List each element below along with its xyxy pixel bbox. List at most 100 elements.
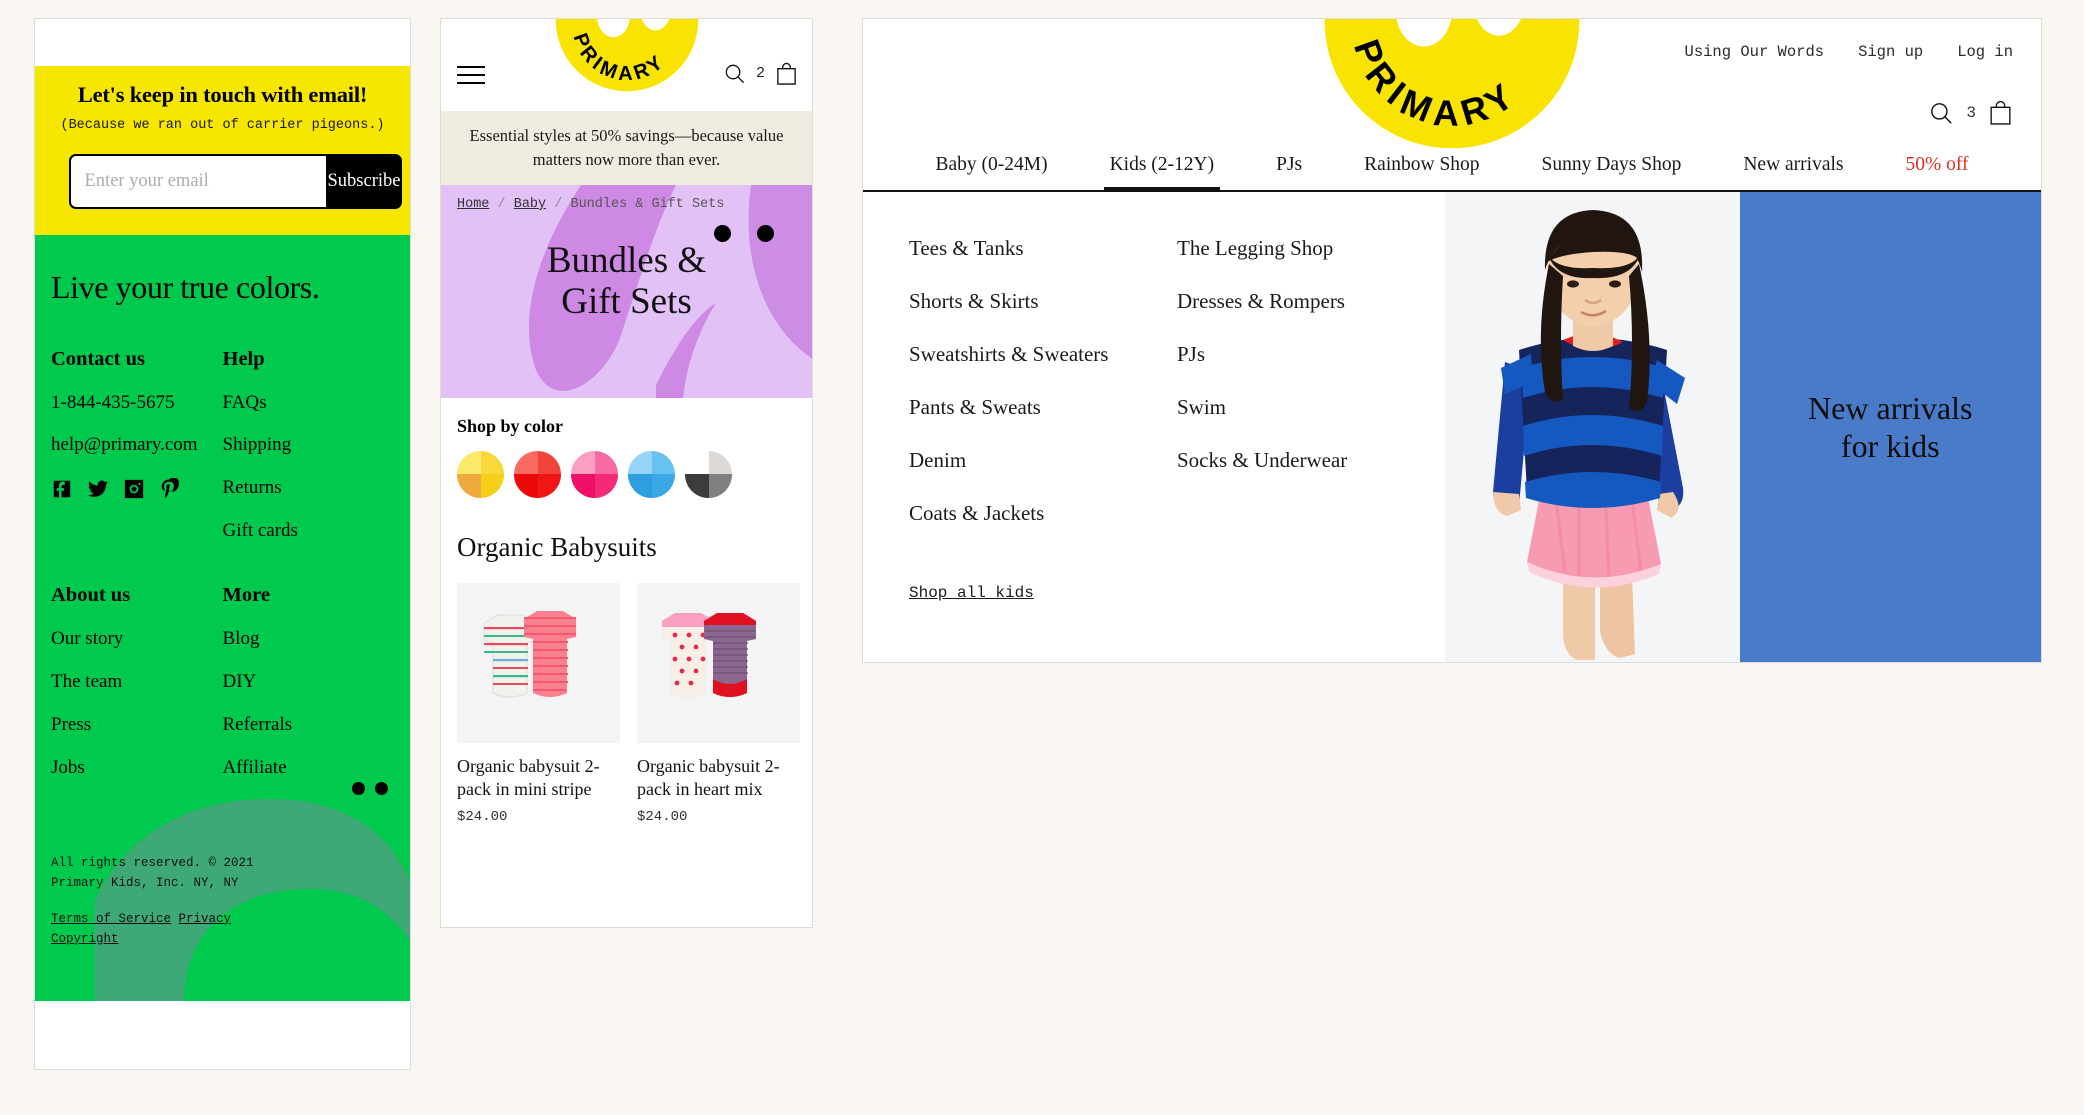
pinterest-icon[interactable] xyxy=(159,478,181,500)
terms-link[interactable]: Terms of Service xyxy=(51,912,171,926)
primary-logo-icon[interactable]: PRIMARY xyxy=(552,18,702,95)
footer-tagline: Live your true colors. xyxy=(51,268,320,305)
product-price: $24.00 xyxy=(637,808,688,825)
mega-link-swim[interactable]: Swim xyxy=(1177,395,1445,420)
nav-item-sunny-days-shop[interactable]: Sunny Days Shop xyxy=(1542,154,1682,190)
product-section-title: Organic Babysuits xyxy=(457,531,657,562)
footer-link-row-1: Contact us 1-844-435-5675 help@primary.c… xyxy=(51,348,394,565)
footer-link-referrals[interactable]: Referrals xyxy=(223,714,395,736)
mega-link-denim[interactable]: Denim xyxy=(909,448,1177,473)
shop-all-kids-link[interactable]: Shop all kids xyxy=(909,584,1034,602)
footer-decorative-dots xyxy=(352,781,388,795)
cart-icon[interactable] xyxy=(1988,99,2013,126)
category-title-line-1: Bundles & xyxy=(546,239,707,281)
footer-link-diy[interactable]: DIY xyxy=(223,671,395,693)
promo-banner: Essential styles at 50% savings—because … xyxy=(441,111,812,185)
mega-link-sweatshirts-sweaters[interactable]: Sweatshirts & Sweaters xyxy=(909,342,1177,367)
swatch-blue[interactable] xyxy=(628,450,675,498)
footer-link-the-team[interactable]: The team xyxy=(51,671,223,693)
sign-up-link[interactable]: Sign up xyxy=(1858,43,1923,61)
social-links xyxy=(51,478,223,522)
desktop-header: PRIMARY Using Our Words Sign up Log in 3 xyxy=(863,19,2041,192)
email-input[interactable] xyxy=(68,153,326,209)
log-in-link[interactable]: Log in xyxy=(1957,43,2013,61)
footer-col-heading: Help xyxy=(222,347,265,370)
megamenu-promo-tile[interactable]: New arrivals for kids xyxy=(1739,192,2041,662)
product-image-heart-mix xyxy=(637,582,800,743)
footer-link-affiliate[interactable]: Affiliate xyxy=(223,757,395,779)
newsletter-section: Let's keep in touch with email! (Because… xyxy=(35,66,410,235)
swatch-yellow[interactable] xyxy=(457,450,504,498)
newsletter-subtext: (Because we ran out of carrier pigeons.) xyxy=(60,118,385,133)
promo-line-2: for kids xyxy=(1840,428,1940,464)
product-card[interactable]: Organic babysuit 2-pack in mini stripe $… xyxy=(457,582,620,825)
mega-link-pants-sweats[interactable]: Pants & Sweats xyxy=(909,395,1177,420)
footer-link-phone[interactable]: 1-844-435-5675 xyxy=(51,392,223,414)
footer-link-blog[interactable]: Blog xyxy=(223,628,395,650)
product-card[interactable]: Organic babysuit 2-pack in heart mix $24… xyxy=(637,582,800,825)
footer-card-topbar xyxy=(35,19,410,66)
nav-item-rainbow-shop[interactable]: Rainbow Shop xyxy=(1364,154,1479,190)
mega-link-coats-jackets[interactable]: Coats & Jackets xyxy=(909,501,1177,526)
megamenu-model-photo xyxy=(1445,192,1740,662)
search-icon[interactable] xyxy=(1928,100,1954,126)
footer-link-our-story[interactable]: Our story xyxy=(51,628,223,650)
primary-logo-icon[interactable]: PRIMARY xyxy=(1318,18,1586,155)
mega-link-socks-underwear[interactable]: Socks & Underwear xyxy=(1177,448,1445,473)
footer-link-email[interactable]: help@primary.com xyxy=(51,435,223,456)
footer-link-press[interactable]: Press xyxy=(51,714,223,736)
product-title: Organic babysuit 2-pack in heart mix xyxy=(637,755,780,799)
nav-item-baby[interactable]: Baby (0-24M) xyxy=(935,154,1047,190)
nav-item-kids[interactable]: Kids (2-12Y) xyxy=(1103,154,1220,192)
promo-line-1: New arrivals xyxy=(1808,389,1973,426)
main-nav: Baby (0-24M) Kids (2-12Y) PJs Rainbow Sh… xyxy=(863,154,2041,192)
menu-icon[interactable] xyxy=(457,66,485,90)
nav-item-50-off[interactable]: 50% off xyxy=(1906,154,1969,190)
using-our-words-link[interactable]: Using Our Words xyxy=(1685,43,1825,61)
desktop-megamenu-panel: PRIMARY Using Our Words Sign up Log in 3 xyxy=(862,18,2042,663)
twitter-icon[interactable] xyxy=(87,478,109,500)
nav-item-pjs[interactable]: PJs xyxy=(1276,154,1302,190)
copyright-link[interactable]: Copyright xyxy=(51,932,119,946)
swatch-grey[interactable] xyxy=(685,450,732,498)
mega-link-pjs[interactable]: PJs xyxy=(1177,342,1445,367)
newsletter-form: Subscribe xyxy=(68,153,403,209)
footer-col-heading: More xyxy=(222,584,270,607)
swatch-red[interactable] xyxy=(514,450,561,498)
newsletter-heading: Let's keep in touch with email! xyxy=(77,82,368,107)
product-title: Organic babysuit 2-pack in mini stripe xyxy=(457,755,600,799)
mega-link-legging-shop[interactable]: The Legging Shop xyxy=(1177,236,1445,261)
swatch-pink[interactable] xyxy=(571,450,618,498)
category-title: Bundles & Gift Sets xyxy=(441,185,812,323)
mobile-plp-panel: PRIMARY 2 Essential styles at 50% saving… xyxy=(440,18,813,928)
color-swatch-list xyxy=(457,450,796,498)
megamenu-column-2: The Legging Shop Dresses & Rompers PJs S… xyxy=(1177,236,1445,554)
footer-link-jobs[interactable]: Jobs xyxy=(51,757,223,779)
mega-link-dresses-rompers[interactable]: Dresses & Rompers xyxy=(1177,289,1445,314)
mega-link-tees-tanks[interactable]: Tees & Tanks xyxy=(909,236,1177,261)
mobile-header: PRIMARY 2 xyxy=(441,19,812,111)
subscribe-button[interactable]: Subscribe xyxy=(325,153,403,209)
product-grid: Organic babysuit 2-pack in mini stripe $… xyxy=(457,582,800,825)
footer-links-section: Live your true colors. Contact us 1-844-… xyxy=(35,234,410,1001)
footer-link-gift-cards[interactable]: Gift cards xyxy=(223,520,395,542)
footer-col-heading: About us xyxy=(51,584,131,607)
footer-link-shipping[interactable]: Shipping xyxy=(223,435,395,456)
cart-count: 3 xyxy=(1966,103,1976,122)
megamenu-dropdown: Tees & Tanks Shorts & Skirts Sweatshirts… xyxy=(863,192,2041,662)
cart-count: 2 xyxy=(755,65,765,82)
footer-col-help: Help FAQs Shipping Returns Gift cards xyxy=(223,348,395,565)
instagram-icon[interactable] xyxy=(123,478,145,500)
footer-link-returns[interactable]: Returns xyxy=(223,477,395,499)
facebook-icon[interactable] xyxy=(51,478,73,500)
cart-icon[interactable] xyxy=(775,61,798,86)
legal-links: Terms of Service Privacy Copyright xyxy=(51,909,394,949)
nav-item-new-arrivals[interactable]: New arrivals xyxy=(1743,154,1843,190)
footer-link-faqs[interactable]: FAQs xyxy=(223,392,395,414)
copyright-line-2: Primary Kids, Inc. NY, NY xyxy=(51,875,239,890)
dot-2 xyxy=(375,781,388,795)
search-icon[interactable] xyxy=(723,62,746,85)
privacy-link[interactable]: Privacy xyxy=(179,912,232,926)
mega-link-shorts-skirts[interactable]: Shorts & Skirts xyxy=(909,289,1177,314)
category-hero: Home / Baby / Bundles & Gift Sets Bundle… xyxy=(441,184,812,398)
